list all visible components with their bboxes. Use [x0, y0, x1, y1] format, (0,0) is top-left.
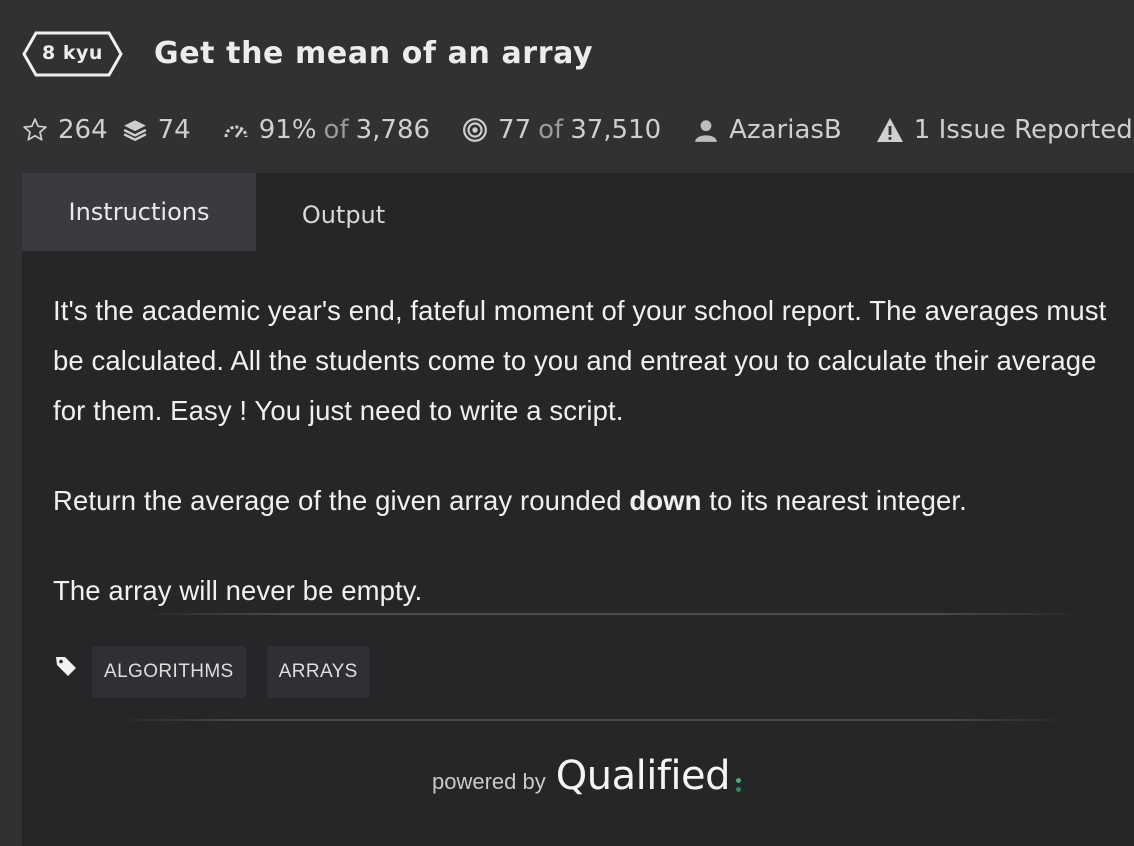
- stars-stat[interactable]: 264 74: [22, 115, 191, 145]
- description-paragraph-3: The array will never be empty.: [53, 575, 423, 606]
- divider: [142, 613, 1082, 615]
- logo-dot-top: [736, 778, 742, 783]
- satisfaction-votes: 3,786: [355, 115, 431, 145]
- divider: [112, 719, 1072, 721]
- qualified-logo: Qualified: [555, 753, 731, 799]
- tab-output[interactable]: Output: [256, 173, 431, 251]
- issues-label[interactable]: 1 Issue Reported: [914, 115, 1133, 145]
- description-paragraph-2-start: Return the average of the given array ro…: [53, 485, 630, 516]
- satisfaction-percent: 91%: [258, 115, 317, 145]
- description-paragraph-2-end: to its nearest integer.: [701, 485, 967, 516]
- satisfaction-of-label: of: [323, 115, 349, 145]
- description-panel: Instructions Output It's the academic ye…: [22, 173, 1134, 846]
- satisfaction-stat: 91% of 3,786: [223, 115, 430, 145]
- kata-stats: 264 74 91% of 3,786 77 of 37,510 Azarias…: [22, 110, 1133, 150]
- logo-dot-bottom: [736, 787, 742, 792]
- tags-row: ALGORITHMS ARRAYS: [54, 646, 391, 698]
- description-paragraph-2: Return the average of the given array ro…: [53, 476, 1133, 526]
- stars-count: 264: [58, 115, 108, 145]
- kata-description: It's the academic year's end, fateful mo…: [53, 286, 1133, 616]
- completed-of-label: of: [538, 115, 564, 145]
- description-paragraph-1: It's the academic year's end, fateful mo…: [53, 295, 1107, 426]
- rank-label: 8 kyu: [42, 42, 103, 64]
- kata-title: Get the mean of an array: [154, 36, 594, 71]
- rank-badge: 8 kyu: [22, 31, 123, 77]
- qualified-logo-dots: [736, 776, 742, 794]
- powered-by-label: powered by: [432, 769, 546, 794]
- tab-instructions[interactable]: Instructions: [22, 173, 256, 251]
- warning-triangle-icon: [876, 117, 904, 143]
- author-name[interactable]: AzariasB: [729, 115, 842, 145]
- completed-total: 37,510: [570, 115, 662, 145]
- completed-count: 77: [498, 115, 532, 145]
- gauge-icon: [223, 120, 249, 140]
- panel-tabs: Instructions Output: [22, 173, 431, 251]
- star-outline-icon: [22, 117, 48, 143]
- description-emphasis: down: [629, 485, 702, 516]
- tag-arrays[interactable]: ARRAYS: [266, 646, 370, 698]
- layers-icon: [122, 117, 148, 143]
- issues-stat[interactable]: 1 Issue Reported: [876, 115, 1133, 145]
- collections-count: 74: [157, 115, 191, 145]
- author-stat[interactable]: AzariasB: [693, 115, 842, 145]
- user-icon: [693, 117, 719, 143]
- tag-algorithms[interactable]: ALGORITHMS: [92, 646, 246, 698]
- target-icon: [462, 117, 488, 143]
- completed-stat: 77 of 37,510: [462, 115, 661, 145]
- powered-by-qualified[interactable]: powered by Qualified: [432, 753, 742, 800]
- tag-icon: [54, 654, 78, 682]
